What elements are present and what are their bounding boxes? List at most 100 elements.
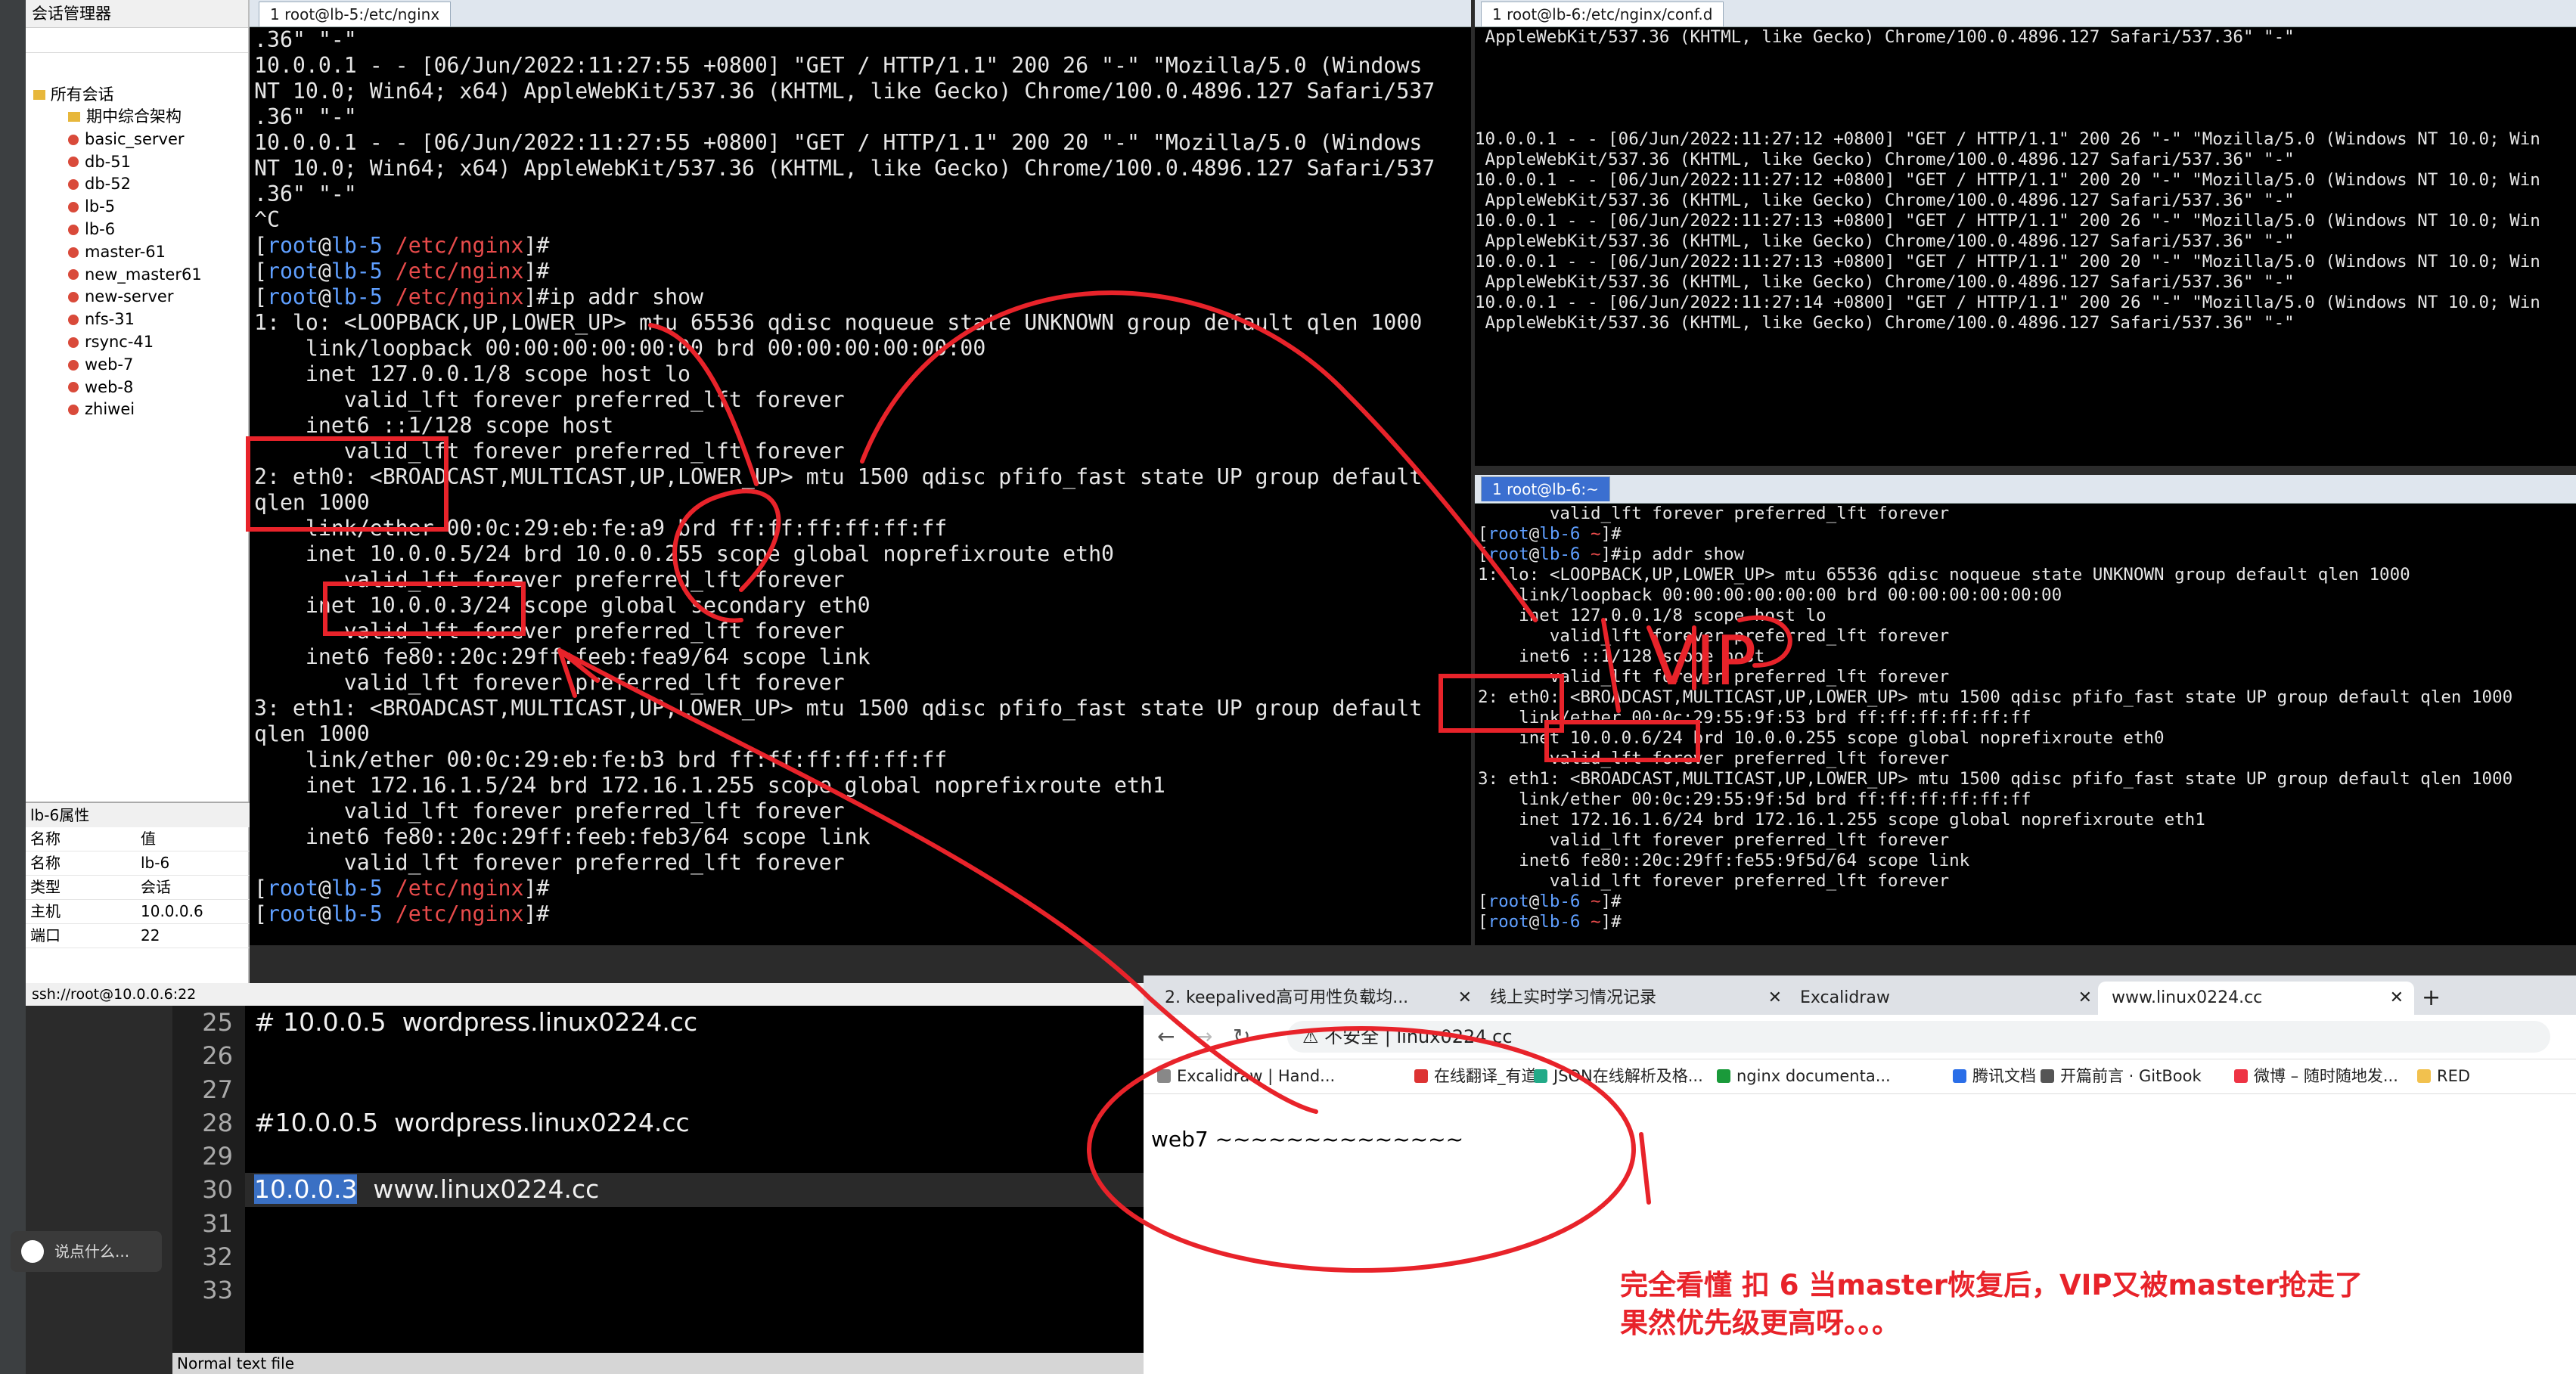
property-value: lb-6 bbox=[141, 854, 170, 872]
session-icon bbox=[68, 202, 79, 213]
chat-input-pill[interactable]: 说点什么... bbox=[11, 1231, 162, 1272]
bookmark-icon bbox=[2234, 1069, 2248, 1083]
left-terminal[interactable]: .36" "-" 10.0.0.1 - - [06/Jun/2022:11:27:… bbox=[250, 27, 1471, 945]
session-item-label: web-8 bbox=[85, 377, 134, 396]
terminal-line: 1: lo: <LOOPBACK,UP,LOWER_UP> mtu 65536 … bbox=[1478, 565, 2410, 585]
close-icon: ✕ bbox=[1768, 988, 1782, 1007]
session-item[interactable]: new_master61 bbox=[26, 264, 248, 287]
reload-icon[interactable]: ↻ bbox=[1233, 1024, 1250, 1049]
terminal-line: valid_lft forever preferred_lft forever bbox=[254, 387, 845, 412]
session-item[interactable]: nfs-31 bbox=[26, 309, 248, 331]
session-item[interactable]: 期中综合架构 bbox=[26, 106, 248, 129]
bookmarks-bar: Excalidraw | Hand... 在线翻译_有道 JSON在线解析及格...… bbox=[1144, 1059, 2576, 1094]
editor-line[interactable] bbox=[245, 1039, 1148, 1072]
terminal-line: valid_lft forever preferred_lft forever bbox=[254, 439, 845, 464]
bookmark-label: nginx documenta... bbox=[1736, 1067, 1891, 1085]
bookmark-item[interactable]: 开篇前言 · GitBook bbox=[2041, 1059, 2202, 1093]
line-number-gutter: 25 26 27 28 29 30 31 32 33 bbox=[172, 1006, 245, 1354]
editor-line[interactable]: # 10.0.0.5 wordpress.linux0224.cc bbox=[245, 1006, 1148, 1039]
terminal-line: inet 172.16.1.5/24 brd 172.16.1.255 scop… bbox=[254, 773, 1165, 798]
forward-icon[interactable]: → bbox=[1195, 1024, 1212, 1049]
session-item-label: rsync-41 bbox=[85, 332, 154, 351]
session-item[interactable]: web-7 bbox=[26, 354, 248, 377]
tree-root-label: 所有会话 bbox=[50, 85, 114, 104]
prop-header-name: 名称 bbox=[30, 830, 61, 848]
editor-line[interactable] bbox=[245, 1207, 1148, 1240]
terminal-line: AppleWebKit/537.36 (KHTML, like Gecko) C… bbox=[1475, 313, 2295, 333]
browser-tab-linux0224[interactable]: www.linux0224.cc ✕ bbox=[2098, 982, 2414, 1015]
browser-window: 2. keepalived高可用性负载均... ✕ 线上实时学习情况记录 ✕ Exc… bbox=[1144, 975, 2576, 1374]
browser-tab-excalidraw[interactable]: Excalidraw ✕ bbox=[1786, 982, 2103, 1015]
tree-root[interactable]: 所有会话 bbox=[26, 83, 248, 106]
terminal-line: ^C bbox=[254, 207, 280, 232]
right-bottom-terminal[interactable]: valid_lft forever preferred_lft forever[… bbox=[1475, 504, 2576, 945]
handwritten-note: 完全看懂 扣 6 当master恢复后，VIP又被master抢走了 果然优先级… bbox=[1620, 1267, 2363, 1342]
session-item[interactable]: lb-6 bbox=[26, 219, 248, 241]
terminal-line: [root@lb-5 /etc/nginx]# bbox=[254, 259, 550, 284]
tab-lb6-home[interactable]: 1 root@lb-6:~ bbox=[1481, 476, 1610, 501]
terminal-line: inet 127.0.0.1/8 scope host lo bbox=[1478, 606, 1826, 625]
bookmark-item[interactable]: nginx documenta... bbox=[1717, 1059, 1891, 1093]
bookmark-item[interactable]: RED bbox=[2417, 1059, 2470, 1093]
terminal-line: [root@lb-5 /etc/nginx]#ip addr show bbox=[254, 284, 704, 309]
terminal-line: .36" "-" bbox=[254, 104, 357, 129]
close-icon: ✕ bbox=[1457, 988, 1472, 1007]
session-icon bbox=[68, 405, 79, 416]
editor-line[interactable] bbox=[245, 1273, 1148, 1307]
close-icon: ✕ bbox=[2078, 988, 2092, 1007]
session-item[interactable]: rsync-41 bbox=[26, 331, 248, 354]
session-item[interactable]: web-8 bbox=[26, 377, 248, 399]
session-item[interactable]: master-61 bbox=[26, 241, 248, 264]
properties-panel: lb-6属性 名称 值 名称 lb-6 类型 会话 主机 10.0.0.6 端口 22 bbox=[26, 802, 250, 985]
bookmark-label: JSON在线解析及格... bbox=[1553, 1067, 1703, 1085]
editor-line[interactable] bbox=[245, 1240, 1148, 1273]
editor-line[interactable]: #10.0.0.5 wordpress.linux0224.cc bbox=[245, 1106, 1148, 1140]
property-value: 会话 bbox=[141, 878, 171, 896]
session-item-label: 期中综合架构 bbox=[86, 107, 182, 126]
session-item-label: zhiwei bbox=[85, 400, 135, 419]
editor-line[interactable] bbox=[245, 1140, 1148, 1173]
session-item[interactable]: lb-5 bbox=[26, 196, 248, 219]
bookmark-item[interactable]: 腾讯文档 bbox=[1953, 1059, 2036, 1093]
line-number: 33 bbox=[202, 1276, 233, 1305]
terminal-line: [root@lb-5 /etc/nginx]# bbox=[254, 876, 550, 901]
terminal-line: AppleWebKit/537.36 (KHTML, like Gecko) C… bbox=[1475, 231, 2295, 251]
session-item[interactable]: basic_server bbox=[26, 129, 248, 151]
terminal-line: 10.0.0.1 - - [06/Jun/2022:11:27:13 +0800… bbox=[1475, 211, 2540, 231]
property-key: 端口 bbox=[30, 926, 61, 944]
editor-line[interactable] bbox=[245, 1073, 1148, 1106]
editor-line[interactable]: 10.0.0.3 www.linux0224.cc bbox=[245, 1173, 1148, 1207]
bookmark-label: 开篇前言 · GitBook bbox=[2060, 1067, 2202, 1085]
terminal-line: [root@lb-6 ~]# bbox=[1478, 524, 1622, 544]
browser-tab-keepalived[interactable]: 2. keepalived高可用性负载均... ✕ bbox=[1151, 982, 1482, 1015]
editor-content[interactable]: # 10.0.0.5 wordpress.linux0224.cc #10.0.0… bbox=[245, 1006, 1148, 1307]
bookmark-item[interactable]: JSON在线解析及格... bbox=[1534, 1059, 1703, 1093]
bookmark-item[interactable]: 微博 – 随时随地发... bbox=[2234, 1059, 2398, 1093]
bookmark-item[interactable]: Excalidraw | Hand... bbox=[1157, 1059, 1335, 1093]
session-search[interactable] bbox=[26, 28, 248, 53]
session-item[interactable]: db-52 bbox=[26, 173, 248, 196]
prop-header-value: 值 bbox=[141, 830, 156, 848]
session-icon bbox=[68, 157, 79, 168]
note-line-2: 果然优先级更高呀。。。 bbox=[1620, 1307, 1900, 1339]
text-editor[interactable]: 25 26 27 28 29 30 31 32 33 # 10.0.0.5 wordpress.… bbox=[172, 1006, 1153, 1374]
new-tab-icon[interactable]: + bbox=[2408, 982, 2452, 1015]
bookmark-item[interactable]: 在线翻译_有道 bbox=[1414, 1059, 1538, 1093]
terminal-line: 10.0.0.1 - - [06/Jun/2022:11:27:13 +0800… bbox=[1475, 252, 2540, 271]
session-item[interactable]: new-server bbox=[26, 286, 248, 309]
line-number: 27 bbox=[202, 1075, 233, 1104]
browser-tab-study[interactable]: 线上实时学习情况记录 ✕ bbox=[1476, 982, 1792, 1015]
tab-lb6-conf[interactable]: 1 root@lb-6:/etc/nginx/conf.d bbox=[1481, 2, 1724, 26]
session-icon bbox=[68, 315, 79, 326]
back-icon[interactable]: ← bbox=[1157, 1024, 1175, 1049]
terminal-line: NT 10.0; Win64; x64) AppleWebKit/537.36 … bbox=[254, 156, 1435, 181]
line-number: 32 bbox=[202, 1242, 233, 1272]
session-item[interactable]: zhiwei bbox=[26, 399, 248, 421]
tab-lb5[interactable]: 1 root@lb-5:/etc/nginx bbox=[259, 2, 452, 26]
right-top-terminal[interactable]: AppleWebKit/537.36 (KHTML, like Gecko) C… bbox=[1475, 27, 2576, 466]
url-field[interactable]: ⚠ 不安全 | linux0224.cc bbox=[1287, 1021, 2550, 1053]
session-item[interactable]: db-51 bbox=[26, 151, 248, 174]
